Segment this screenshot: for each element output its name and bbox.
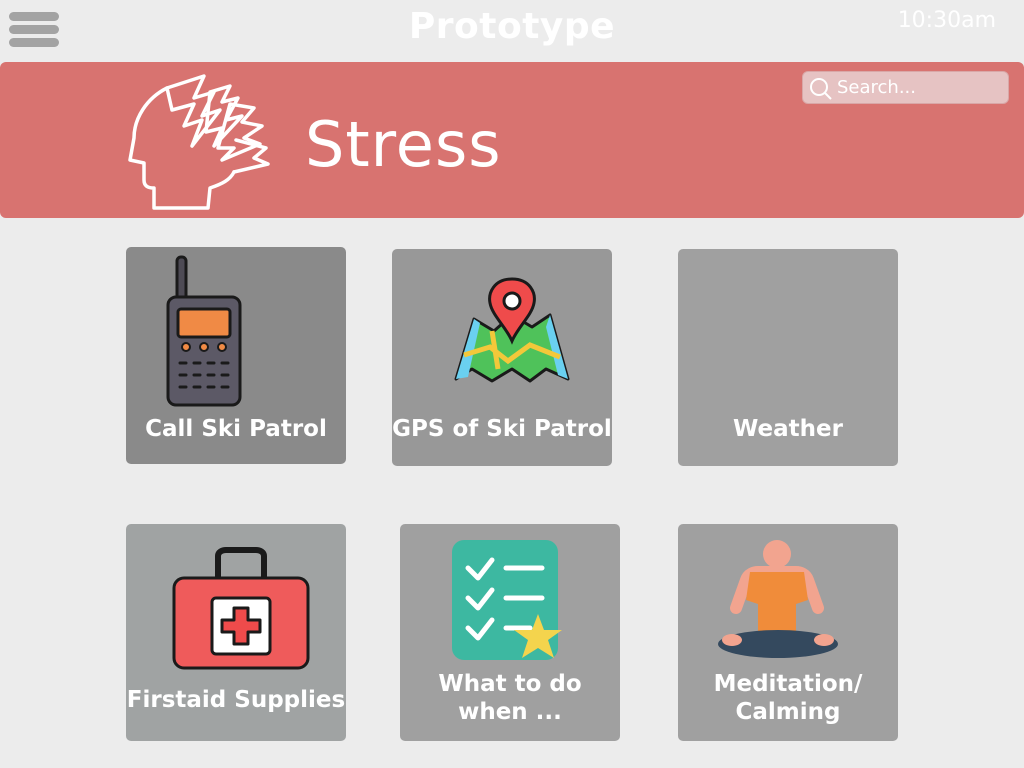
meditation-calming-tile[interactable]: Meditation/ Calming [678, 524, 898, 741]
call-ski-patrol-tile[interactable]: Call Ski Patrol [126, 247, 346, 464]
tile-label: GPS of Ski Patrol [392, 416, 612, 442]
walkie-talkie-icon [166, 255, 242, 407]
top-bar: Prototype 10:30am [0, 0, 1024, 62]
gps-ski-patrol-tile[interactable]: GPS of Ski Patrol [392, 249, 612, 466]
what-to-do-tile[interactable]: What to do when ... [400, 524, 620, 741]
page-title: Stress [305, 108, 502, 181]
map-pin-icon [454, 277, 570, 383]
weather-tile[interactable]: Weather [678, 249, 898, 466]
firstaid-supplies-tile[interactable]: Firstaid Supplies [126, 524, 346, 741]
tile-label: Meditation/ Calming [713, 671, 863, 725]
first-aid-kit-icon [172, 547, 310, 670]
checklist-icon [452, 540, 562, 660]
search-input[interactable] [837, 75, 1003, 100]
tile-label: Firstaid Supplies [126, 687, 346, 713]
tile-label: Weather [733, 416, 843, 442]
app-title: Prototype [408, 6, 616, 47]
category-banner: Stress [0, 62, 1024, 218]
search-icon [810, 78, 832, 100]
search-bar[interactable] [802, 71, 1009, 104]
tile-label: What to do when ... [438, 671, 582, 725]
stressed-head-icon [128, 74, 270, 210]
tile-label: Call Ski Patrol [145, 416, 327, 442]
meditation-icon [718, 540, 838, 658]
clock-time: 10:30am [897, 8, 996, 33]
